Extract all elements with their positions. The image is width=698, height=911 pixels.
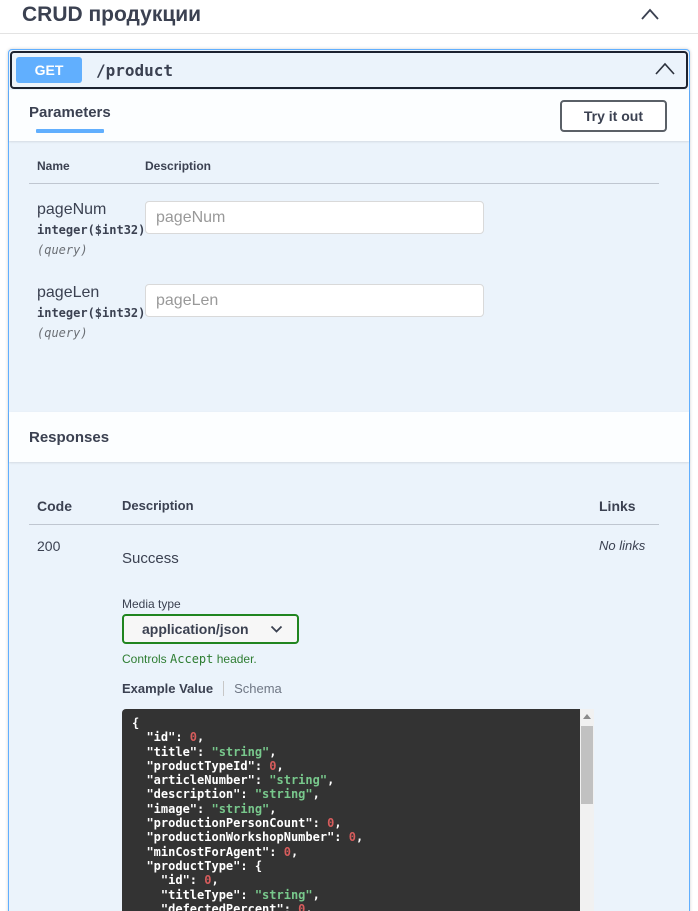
tab-example-value[interactable]: Example Value xyxy=(122,681,213,696)
responses-table-header: Code Description Links xyxy=(29,462,659,525)
accept-header-note: Controls Accept header. xyxy=(122,652,599,666)
collapse-tag-button[interactable] xyxy=(638,5,662,26)
param-name-cell: pageNum integer($int32) (query) xyxy=(37,201,145,257)
param-name-cell: pageLen integer($int32) (query) xyxy=(37,284,145,340)
parameters-section-header: Parameters Try it out xyxy=(9,90,689,141)
code-column-header: Code xyxy=(37,498,122,514)
parameters-title: Parameters xyxy=(29,104,111,121)
description-column-header: Description xyxy=(145,159,659,173)
collapse-endpoint-button[interactable] xyxy=(652,59,678,81)
example-schema-tabs: Example Value Schema xyxy=(122,681,599,696)
param-location: (query) xyxy=(37,326,145,340)
http-method-badge: GET xyxy=(16,57,82,83)
scrollbar-thumb[interactable] xyxy=(581,726,593,804)
responses-table: Code Description Links 200 Success Media… xyxy=(9,462,689,911)
tag-section-header[interactable]: CRUD продукции xyxy=(0,0,698,34)
swagger-page: CRUD продукции GET /product Parameters xyxy=(0,0,698,911)
opblock-body: Parameters Try it out Name Description p… xyxy=(9,90,689,911)
pagenum-input[interactable] xyxy=(145,201,484,234)
name-column-header: Name xyxy=(37,159,145,173)
response-code: 200 xyxy=(37,538,122,911)
tab-divider xyxy=(223,681,224,696)
links-column-header: Links xyxy=(599,498,659,514)
response-description: Success xyxy=(122,550,599,567)
responses-section-header: Responses xyxy=(9,412,689,462)
chevron-up-icon xyxy=(654,64,676,79)
description-column-header: Description xyxy=(122,498,599,514)
example-json-code: { "id": 0, "title": "string", "productTy… xyxy=(122,709,580,911)
chevron-up-icon xyxy=(640,9,660,24)
param-row-pagelen: pageLen integer($int32) (query) xyxy=(29,267,659,350)
endpoint-path: /product xyxy=(96,61,652,80)
code-scrollbar[interactable] xyxy=(580,709,594,911)
tab-schema[interactable]: Schema xyxy=(234,681,282,696)
response-row-200: 200 Success Media type application/json … xyxy=(29,525,659,911)
response-links: No links xyxy=(599,538,659,911)
parameters-table-header: Name Description xyxy=(29,141,659,184)
active-tab-indicator xyxy=(36,129,104,133)
responses-title: Responses xyxy=(29,423,109,452)
param-description-cell xyxy=(145,201,659,257)
try-it-out-button[interactable]: Try it out xyxy=(560,100,667,132)
chevron-down-icon xyxy=(270,620,283,638)
media-type-selected-value: application/json xyxy=(142,621,249,637)
tab-parameters: Parameters xyxy=(29,104,111,133)
param-location: (query) xyxy=(37,243,145,257)
endpoint-summary[interactable]: GET /product xyxy=(10,51,688,89)
pagelen-input[interactable] xyxy=(145,284,484,317)
scrollbar-up-arrow-icon[interactable] xyxy=(580,709,594,723)
media-type-select[interactable]: application/json xyxy=(122,614,299,644)
param-row-pagenum: pageNum integer($int32) (query) xyxy=(29,184,659,267)
example-value-block: { "id": 0, "title": "string", "productTy… xyxy=(122,709,594,911)
param-type: integer($int32) xyxy=(37,306,145,320)
param-type: integer($int32) xyxy=(37,223,145,237)
parameters-table: Name Description pageNum integer($int32)… xyxy=(9,141,689,412)
media-type-label: Media type xyxy=(122,597,599,611)
param-name: pageNum xyxy=(37,201,145,219)
tag-title: CRUD продукции xyxy=(22,3,201,27)
opblock-get-product: GET /product Parameters Try it out Name … xyxy=(8,49,690,911)
response-description-cell: Success Media type application/json Cont… xyxy=(122,538,599,911)
param-description-cell xyxy=(145,284,659,340)
param-name: pageLen xyxy=(37,284,145,302)
